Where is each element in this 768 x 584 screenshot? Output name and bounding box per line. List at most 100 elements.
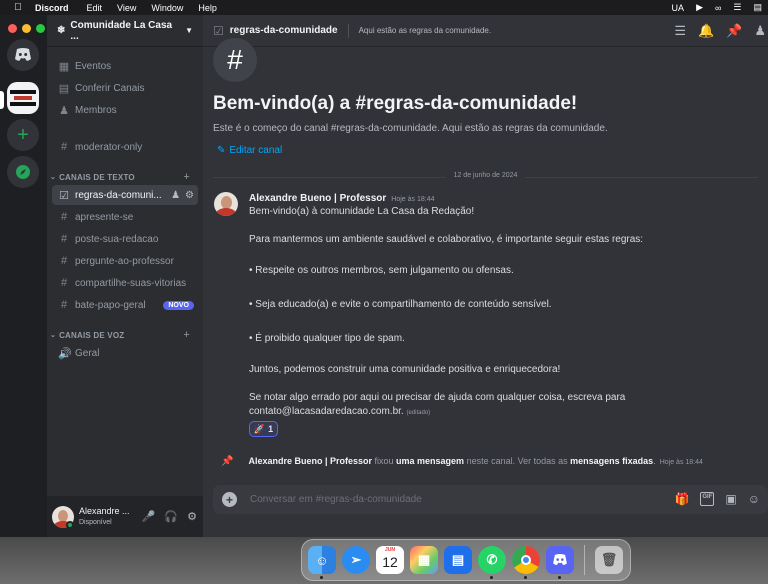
pin-text: .: [653, 456, 656, 466]
reaction-count: 1: [268, 424, 274, 434]
message-composer[interactable]: + Conversar em #regras-da-comunidade 🎁 G…: [213, 485, 768, 514]
sidebar-item-membros[interactable]: ♟ Membros: [52, 100, 198, 120]
channel-poste-sua-redacao[interactable]: # poste-sua-redacao: [52, 229, 198, 249]
calendar-day: 12: [382, 554, 398, 570]
apple-menu-icon[interactable]: : [11, 2, 25, 13]
message-line: Para mantermos um ambiente saudável e co…: [249, 234, 644, 245]
calendar-app-icon[interactable]: JUN 12: [376, 546, 404, 574]
gear-icon[interactable]: ⚙: [187, 510, 197, 523]
channel-label: poste-sua-redacao: [75, 233, 159, 245]
voice-channel-geral[interactable]: 🔊 Geral: [52, 343, 198, 363]
emoji-icon[interactable]: ☺: [748, 492, 760, 506]
hash-icon: #: [60, 233, 68, 245]
pin-icon[interactable]: 📌: [726, 23, 742, 39]
trello-icon[interactable]: ▤: [444, 546, 472, 574]
message-line-last: contato@lacasadaredacao.com.br. (editado…: [249, 406, 430, 417]
guild-header[interactable]: ❄ Comunidade La Casa ... ▼: [47, 15, 203, 47]
user-info[interactable]: Alexandre ... Disponível: [79, 506, 130, 528]
menubar-app-name[interactable]: Discord: [35, 3, 69, 13]
message-line: Juntos, podemos construir uma comunidade…: [249, 364, 561, 375]
channel-title: regras-da-comunidade: [229, 25, 338, 36]
create-channel-button[interactable]: +: [183, 171, 190, 183]
channel-moderator-only[interactable]: # moderator-only: [52, 137, 198, 157]
now-playing-icon[interactable]: ▶: [696, 2, 703, 13]
pin-icon: 📌: [221, 456, 234, 467]
category-text-channels[interactable]: ⌄ CANAIS DE TEXTO +: [50, 170, 200, 184]
macos-menubar:  Discord Edit View Window Help UA ▶ ∞ ☰…: [0, 0, 768, 15]
hash-icon: #: [60, 299, 68, 311]
category-voice-channels[interactable]: ⌄ CANAIS DE VOZ +: [50, 328, 200, 342]
channel-apresente-se[interactable]: # apresente-se: [52, 207, 198, 227]
menubar-status-area: UA ▶ ∞ ☰ ▤: [672, 0, 762, 15]
rocket-emoji-icon: 🚀: [253, 423, 266, 434]
chrome-icon[interactable]: [512, 546, 540, 579]
dock-separator: [584, 545, 585, 575]
pin-system-message: 📌 Alexandre Bueno | Professor fixou uma …: [221, 456, 703, 467]
whatsapp-icon[interactable]: ✆: [478, 546, 506, 579]
direct-messages-button[interactable]: [7, 39, 39, 71]
explore-servers-button[interactable]: [7, 156, 39, 188]
bluetooth-icon[interactable]: ∞: [715, 3, 721, 13]
headphones-icon[interactable]: 🎧: [164, 510, 178, 523]
message-email: contato@lacasadaredacao.com.br.: [249, 406, 404, 417]
control-center-icon[interactable]: ▤: [753, 2, 762, 13]
safari-icon[interactable]: ➢: [342, 546, 370, 574]
message-author[interactable]: Alexandre Bueno | Professor: [249, 193, 386, 204]
edit-channel-link[interactable]: ✎ Editar canal: [217, 145, 282, 156]
gift-icon[interactable]: 🎁: [674, 492, 689, 506]
user-panel: Alexandre ... Disponível 🎤 🎧 ⚙: [47, 496, 203, 537]
category-label: CANAIS DE TEXTO: [59, 172, 135, 182]
hash-icon: #: [60, 277, 68, 289]
window-controls: [8, 24, 45, 33]
invite-icon[interactable]: ♟: [171, 190, 180, 201]
trash-icon[interactable]: 🗑: [595, 546, 623, 574]
zoom-window-icon[interactable]: [36, 24, 45, 33]
pin-timestamp: Hoje às 18:44: [659, 459, 703, 466]
menubar-help[interactable]: Help: [198, 3, 217, 13]
discord-app-icon[interactable]: [546, 546, 574, 579]
discord-window: + ❄ Comunidade La Casa ... ▼ ▦ Eventos ▤…: [0, 15, 768, 537]
compass-icon: [16, 165, 30, 179]
finder-icon[interactable]: ☺: [308, 546, 336, 579]
hash-icon: #: [60, 211, 68, 223]
member-list-icon[interactable]: ♟: [754, 23, 766, 39]
pinned-messages-link[interactable]: mensagens fixadas: [570, 456, 653, 466]
menubar-edit[interactable]: Edit: [87, 3, 103, 13]
pin-author[interactable]: Alexandre Bueno | Professor: [248, 456, 372, 466]
pinned-message-link[interactable]: uma mensagem: [396, 456, 464, 466]
wifi-icon[interactable]: ☰: [733, 2, 741, 13]
close-window-icon[interactable]: [8, 24, 17, 33]
channel-bate-papo-geral[interactable]: # bate-papo-geral NOVO: [52, 295, 198, 315]
channel-pergunte-ao-professor[interactable]: # pergunte-ao-professor: [52, 251, 198, 271]
guild-name: Comunidade La Casa ...: [70, 19, 173, 42]
channel-topic[interactable]: Aqui estão as regras da comunidade.: [359, 26, 492, 35]
hash-icon: #: [60, 141, 68, 153]
sticker-icon[interactable]: ▣: [725, 492, 736, 506]
menubar-window[interactable]: Window: [151, 3, 183, 13]
welcome-title: Bem-vindo(a) a #regras-da-comunidade!: [213, 93, 578, 114]
guild-community-icon: ❄: [57, 25, 66, 36]
microphone-icon[interactable]: 🎤: [142, 510, 156, 523]
macos-dock: ☺ ➢ JUN 12 ▦ ▤ ✆ 🗑: [301, 539, 631, 581]
user-avatar-wrap[interactable]: [52, 505, 74, 529]
bell-icon[interactable]: 🔔: [698, 23, 714, 39]
upload-plus-button[interactable]: +: [222, 492, 237, 507]
minimize-window-icon[interactable]: [22, 24, 31, 33]
message-input[interactable]: Conversar em #regras-da-comunidade: [250, 494, 422, 505]
gif-picker-button[interactable]: GIF: [700, 492, 715, 506]
menubar-view[interactable]: View: [117, 3, 136, 13]
sidebar-item-eventos[interactable]: ▦ Eventos: [52, 56, 198, 76]
channel-compartilhe-suas-vitorias[interactable]: # compartilhe-suas-vitorias: [52, 273, 198, 293]
server-icon-la-casa[interactable]: [7, 82, 39, 114]
create-voice-channel-button[interactable]: +: [183, 329, 190, 341]
sidebar-item-conferir-canais[interactable]: ▤ Conferir Canais: [52, 78, 198, 98]
input-locale[interactable]: UA: [672, 3, 685, 13]
message-avatar[interactable]: [214, 192, 238, 216]
reaction-rocket[interactable]: 🚀 1: [249, 421, 278, 437]
launchpad-icon[interactable]: ▦: [410, 546, 438, 574]
add-server-button[interactable]: +: [7, 119, 39, 151]
gear-icon[interactable]: ⚙: [185, 190, 194, 201]
channel-regras-da-comunidade[interactable]: ☑ regras-da-comuni... ♟ ⚙: [52, 185, 198, 205]
channel-label: regras-da-comuni...: [75, 189, 162, 201]
threads-icon[interactable]: ☰: [674, 23, 686, 39]
